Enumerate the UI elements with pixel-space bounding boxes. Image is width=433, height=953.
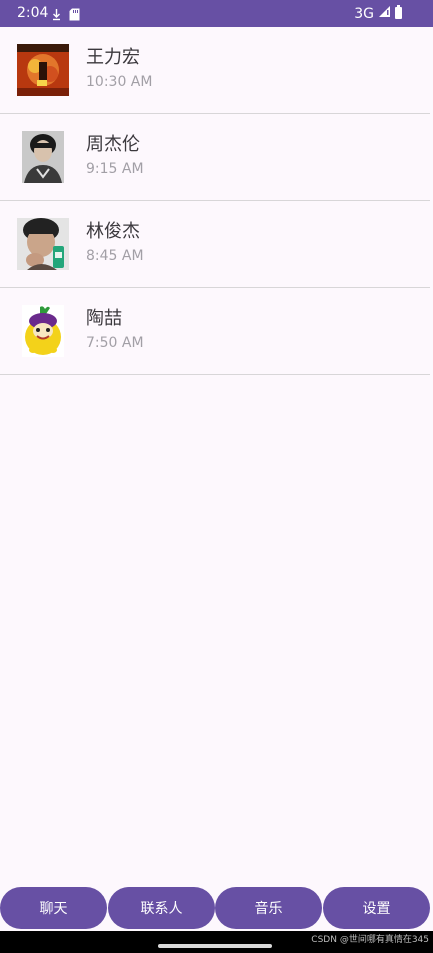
status-bar: 2:04 3G bbox=[0, 0, 433, 27]
nav-contacts-button[interactable]: 联系人 bbox=[108, 887, 215, 929]
portrait-avatar bbox=[22, 131, 64, 183]
album-cover-avatar bbox=[17, 44, 69, 96]
cartoon-avatar bbox=[22, 305, 64, 357]
battery-icon bbox=[395, 5, 402, 19]
chat-item-wang-lihom[interactable]: 王力宏 10:30 AM bbox=[0, 27, 430, 114]
nav-chat-button[interactable]: 聊天 bbox=[0, 887, 107, 929]
watermark: CSDN @世间哪有真情在345 bbox=[311, 935, 429, 945]
chat-item-jj-lin[interactable]: 林俊杰 8:45 AM bbox=[0, 201, 430, 288]
portrait-avatar bbox=[17, 218, 69, 270]
status-right: 3G bbox=[354, 5, 391, 23]
network-type: 3G bbox=[354, 5, 374, 22]
chat-item-david-tao[interactable]: 陶喆 7:50 AM bbox=[0, 288, 430, 375]
nav-music-button[interactable]: 音乐 bbox=[215, 887, 322, 929]
download-arrow-icon bbox=[52, 6, 61, 25]
chat-time: 10:30 AM bbox=[86, 74, 153, 90]
system-nav-bar: CSDN @世间哪有真情在345 bbox=[0, 931, 433, 953]
status-time: 2:04 bbox=[17, 5, 49, 21]
chat-list: 王力宏 10:30 AM 周杰伦 9:15 AM 林俊杰 8:45 AM 陶喆 … bbox=[0, 27, 430, 375]
chat-item-jay-chou[interactable]: 周杰伦 9:15 AM bbox=[0, 114, 430, 201]
contact-name: 周杰伦 bbox=[86, 134, 140, 155]
chat-time: 9:15 AM bbox=[86, 161, 144, 177]
contact-name: 林俊杰 bbox=[86, 221, 140, 242]
contact-name: 陶喆 bbox=[86, 308, 122, 329]
chat-time: 7:50 AM bbox=[86, 335, 144, 351]
chat-time: 8:45 AM bbox=[86, 248, 144, 264]
home-gesture-handle[interactable] bbox=[158, 944, 272, 948]
nav-settings-button[interactable]: 设置 bbox=[323, 887, 430, 929]
signal-icon bbox=[378, 5, 391, 23]
contact-name: 王力宏 bbox=[86, 47, 140, 68]
sd-card-icon bbox=[69, 6, 80, 25]
bottom-nav: 聊天 联系人 音乐 设置 bbox=[0, 887, 433, 929]
status-icons-left bbox=[52, 6, 80, 25]
